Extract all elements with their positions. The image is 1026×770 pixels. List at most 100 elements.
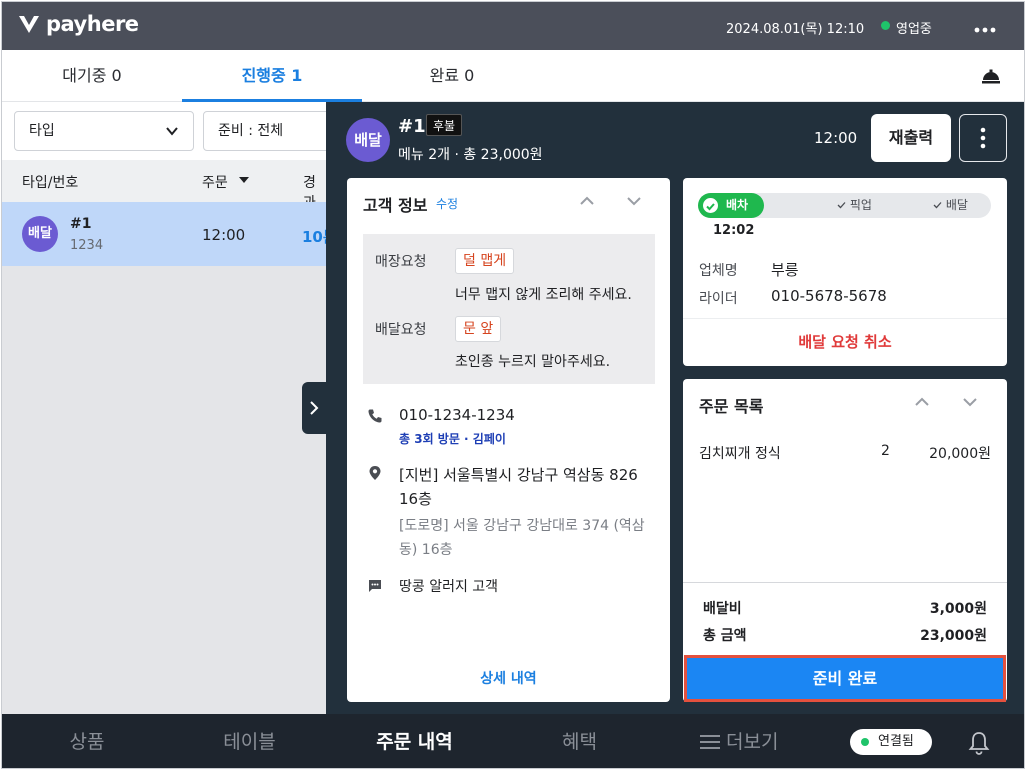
item-name: 김치찌개 정식: [699, 446, 781, 462]
delivery-type-badge: 배달: [22, 216, 58, 252]
order-items-title: 주문 목록: [699, 397, 764, 416]
step-delivery-label: 배달: [945, 198, 968, 212]
edit-customer-link[interactable]: 수정: [436, 195, 458, 212]
phone-icon: [368, 409, 382, 423]
delivery-request-text: 초인종 누르지 말아주세요.: [455, 354, 611, 370]
request-box: 매장요청 덜 맵게 너무 맵지 않게 조리해 주세요. 배달요청 문 앞 초인종…: [363, 234, 655, 384]
memo-chat-icon: [369, 580, 381, 592]
order-row[interactable]: 배달 #1 1234 12:00 10분: [2, 202, 337, 266]
customer-phone: 010-1234-1234: [399, 406, 515, 424]
order-number: #1: [70, 216, 92, 232]
service-bell-icon[interactable]: [980, 64, 1002, 86]
connection-status-badge: 연결됨: [850, 729, 932, 755]
check-circle-icon: [703, 198, 718, 213]
divider: [683, 582, 1007, 583]
view-details-link[interactable]: 상세 내역: [347, 668, 670, 688]
check-icon: [933, 202, 942, 209]
connection-status-text: 연결됨: [878, 734, 914, 749]
hamburger-menu-icon[interactable]: [700, 734, 720, 750]
item-quantity: 2: [881, 443, 890, 459]
more-horizontal-icon[interactable]: [970, 14, 1000, 38]
rider-label: 라이더: [699, 291, 738, 307]
type-filter-label: 타입: [29, 123, 55, 139]
visit-summary: 총 3회 방문 · 김페이: [399, 432, 506, 446]
tab-in-progress[interactable]: 진행중 1: [182, 50, 362, 102]
detail-order-number: #1: [398, 116, 426, 137]
detail-type-badge: 배달: [346, 118, 390, 162]
chevron-up-icon[interactable]: [911, 391, 933, 413]
chevron-right-icon: [310, 401, 319, 415]
header-order[interactable]: 주문: [202, 172, 228, 192]
filter-bar: 타입 준비 : 전체: [2, 102, 343, 160]
store-request-text: 너무 맵지 않게 조리해 주세요.: [455, 287, 632, 303]
top-bar: payhere 2024.08.01(목) 12:10 영업중: [2, 2, 1024, 50]
order-list-panel: 타입 준비 : 전체 타입/번호 주문 경과 배달 #1 1234 12:00 …: [2, 102, 343, 714]
bottom-navigation: 상품 테이블 주문 내역 혜택 더보기 연결됨: [2, 714, 1024, 768]
status-dot-icon: [881, 21, 890, 30]
brand-name: payhere: [46, 12, 139, 36]
nav-tables[interactable]: 테이블: [192, 714, 307, 768]
chevron-down-icon: [166, 127, 178, 136]
tab-completed[interactable]: 완료 0: [362, 50, 542, 102]
current-datetime: 2024.08.01(목) 12:10: [726, 22, 865, 37]
chevron-up-icon[interactable]: [576, 190, 598, 212]
order-detail-drawer: 배달 #1 후불 메뉴 2개 · 총 23,000원 12:00 재출력 고객 …: [326, 102, 1024, 714]
store-status: 영업중: [896, 22, 932, 37]
store-request-label: 매장요청: [375, 254, 427, 270]
dispatch-time: 12:02: [713, 223, 755, 238]
customer-info-title: 고객 정보: [363, 196, 428, 215]
order-summary: 메뉴 2개 · 총 23,000원: [398, 147, 543, 163]
delivery-request-chip: 문 앞: [455, 316, 502, 342]
delivery-progress: 배차 픽업 배달: [698, 193, 991, 218]
customer-info-card: 고객 정보 수정 매장요청 덜 맵게 너무 맵지 않게 조리해 주세요. 배달요…: [347, 178, 670, 702]
order-time: 12:00: [202, 226, 246, 244]
notification-bell-icon[interactable]: [968, 731, 990, 755]
ready-complete-button[interactable]: 준비 완료: [684, 655, 1006, 702]
list-header: 타입/번호 주문 경과: [2, 160, 326, 211]
rider-phone: 010-5678-5678: [771, 287, 887, 305]
delivery-status-card: 배차 픽업 배달 12:02 업체명 부릉 라이더 010-5678-5678 …: [683, 178, 1007, 366]
order-sub-number: 1234: [70, 238, 104, 253]
delivery-fee-label: 배달비: [703, 601, 742, 617]
chevron-down-icon[interactable]: [623, 190, 645, 212]
nav-benefits[interactable]: 혜택: [522, 714, 637, 768]
step-dispatch-label: 배차: [726, 198, 749, 212]
step-pickup-label: 픽업: [849, 198, 872, 212]
brand-logo: payhere: [18, 12, 139, 36]
detail-order-time: 12:00: [814, 129, 858, 147]
step-pickup: 픽업: [837, 193, 872, 218]
type-filter-select[interactable]: 타입: [14, 111, 194, 151]
road-address: [도로명] 서울 강남구 강남대로 374 (역삼동) 16층: [399, 518, 645, 558]
total-value: 23,000원: [920, 628, 987, 644]
app-frame: payhere 2024.08.01(목) 12:10 영업중 대기중 0 진행…: [1, 1, 1025, 769]
status-tabs: 대기중 0 진행중 1 완료 0: [2, 50, 1024, 102]
item-price: 20,000원: [929, 446, 991, 462]
header-type-number: 타입/번호: [22, 175, 79, 191]
location-pin-icon: [369, 466, 381, 480]
drawer-toggle-handle[interactable]: [302, 382, 328, 434]
nav-order-history[interactable]: 주문 내역: [357, 714, 472, 768]
delivery-request-label: 배달요청: [375, 322, 427, 338]
nav-more[interactable]: 더보기: [726, 714, 796, 768]
tab-waiting[interactable]: 대기중 0: [2, 50, 182, 102]
prep-filter-label: 준비 : 전체: [218, 123, 284, 139]
total-label: 총 금액: [703, 628, 747, 644]
lot-address: [지번] 서울특별시 강남구 역삼동 826 16층: [399, 466, 638, 508]
payment-badge: 후불: [426, 114, 463, 136]
more-options-button[interactable]: [959, 114, 1007, 162]
connected-dot-icon: [861, 738, 869, 746]
order-items-card: 주문 목록 김치찌개 정식 2 20,000원 배달비 3,000원 총 금액 …: [683, 379, 1007, 702]
payhere-logo-icon: [19, 16, 39, 33]
reprint-button[interactable]: 재출력: [871, 114, 951, 162]
progress-dispatch-step: 배차: [698, 193, 764, 218]
sort-down-icon[interactable]: [239, 177, 249, 184]
more-vertical-icon: [980, 127, 986, 149]
check-icon: [837, 202, 846, 209]
cancel-delivery-button[interactable]: 배달 요청 취소: [683, 319, 1007, 366]
nav-products[interactable]: 상품: [32, 714, 142, 768]
prep-filter-select[interactable]: 준비 : 전체: [203, 111, 343, 151]
store-request-chip: 덜 맵게: [455, 248, 515, 274]
chevron-down-icon[interactable]: [959, 391, 981, 413]
customer-memo: 땅콩 알러지 고객: [399, 579, 499, 595]
step-delivery: 배달: [933, 193, 968, 218]
